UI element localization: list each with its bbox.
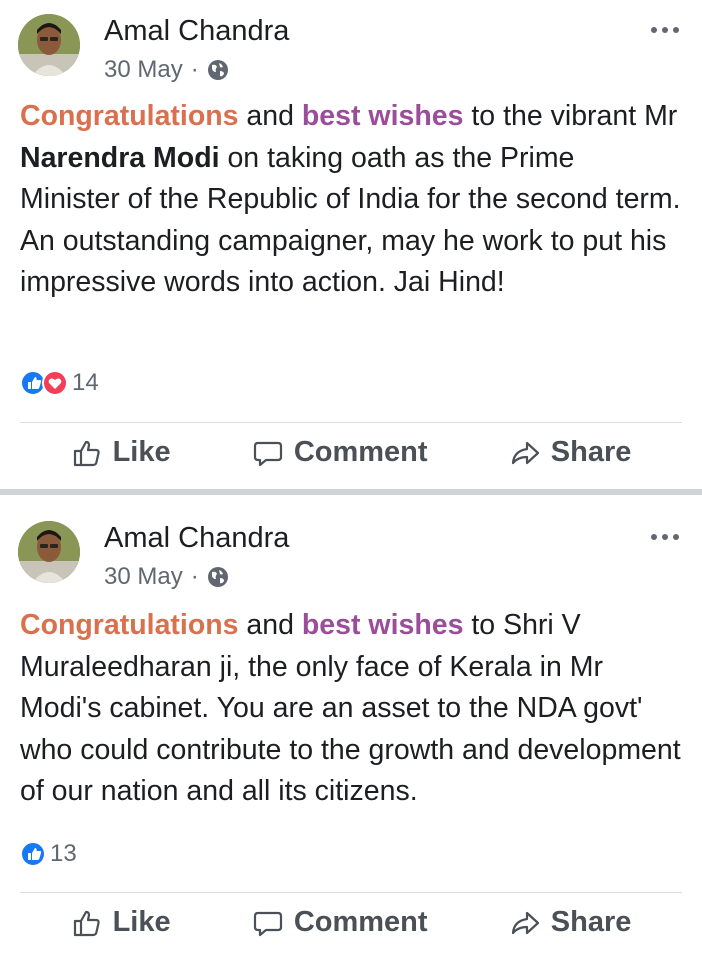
more-options-icon[interactable] — [648, 24, 682, 36]
love-reaction-icon — [42, 370, 68, 396]
avatar-photo-icon — [18, 521, 80, 583]
post-meta: 30 May · — [104, 562, 229, 592]
share-label: Share — [550, 436, 632, 468]
text-best-wishes: best wishes — [301, 100, 464, 132]
more-options-icon[interactable] — [648, 531, 682, 543]
thumbs-up-icon — [73, 440, 100, 466]
comment-label: Comment — [293, 436, 428, 468]
meta-separator: · — [190, 56, 199, 83]
reactions-summary[interactable]: 14 — [20, 369, 99, 397]
text-segment: and — [238, 609, 302, 641]
like-label: Like — [112, 906, 171, 938]
post-actions: Like Comment Share — [0, 906, 702, 939]
globe-icon[interactable] — [207, 566, 229, 588]
avatar[interactable] — [18, 14, 80, 76]
reaction-count: 14 — [72, 369, 99, 396]
avatar[interactable] — [18, 521, 80, 583]
like-reaction-icon — [20, 841, 46, 867]
like-button[interactable]: Like — [71, 436, 171, 469]
comment-icon — [253, 911, 282, 936]
avatar-photo-icon — [18, 14, 80, 76]
like-label: Like — [112, 436, 171, 468]
text-best-wishes: best wishes — [301, 609, 464, 641]
post-meta: 30 May · — [104, 55, 229, 85]
text-congratulations: Congratulations — [20, 609, 239, 641]
meta-separator: · — [190, 563, 199, 590]
post-card: Amal Chandra 30 May · Congratulations an… — [0, 0, 702, 489]
post-text: Congratulations and best wishes to Shri … — [20, 605, 682, 813]
share-button[interactable]: Share — [509, 906, 632, 939]
post-actions: Like Comment Share — [0, 436, 702, 469]
comment-button[interactable]: Comment — [252, 436, 428, 469]
text-name-highlight: Narendra Modi — [20, 141, 220, 174]
comment-label: Comment — [293, 906, 428, 938]
share-icon — [511, 441, 539, 464]
divider — [20, 892, 682, 893]
share-icon — [511, 911, 539, 934]
text-segment: to the vibrant Mr — [463, 100, 678, 132]
text-segment: and — [238, 100, 302, 132]
thumbs-up-icon — [73, 910, 100, 936]
text-congratulations: Congratulations — [20, 100, 239, 132]
comment-button[interactable]: Comment — [252, 906, 428, 939]
author-name[interactable]: Amal Chandra — [104, 519, 289, 557]
globe-icon[interactable] — [207, 59, 229, 81]
comment-icon — [253, 441, 282, 466]
post-text: Congratulations and best wishes to the v… — [20, 96, 682, 304]
author-name[interactable]: Amal Chandra — [104, 12, 289, 50]
share-button[interactable]: Share — [509, 436, 632, 469]
reaction-count: 13 — [50, 840, 77, 867]
divider — [20, 422, 682, 423]
post-date[interactable]: 30 May — [104, 55, 183, 85]
share-label: Share — [550, 906, 632, 938]
like-button[interactable]: Like — [71, 906, 171, 939]
post-date[interactable]: 30 May — [104, 562, 183, 592]
post-card: Amal Chandra 30 May · Congratulations an… — [0, 495, 702, 960]
reactions-summary[interactable]: 13 — [20, 840, 77, 868]
